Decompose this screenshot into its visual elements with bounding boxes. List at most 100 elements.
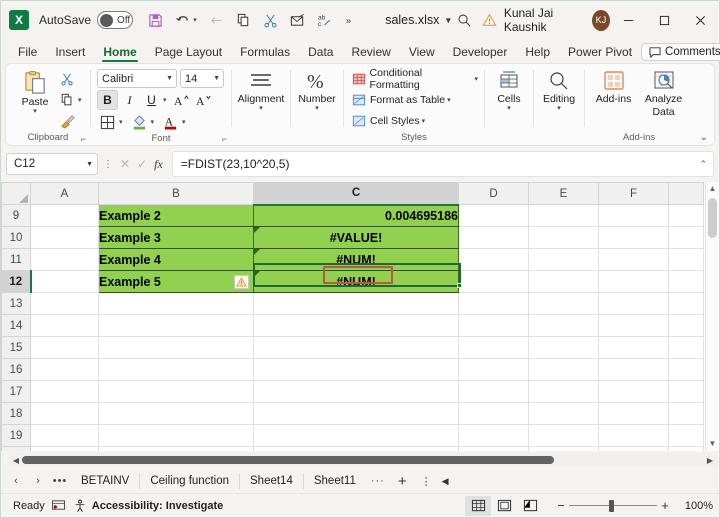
cell-a10[interactable]: [30, 226, 99, 249]
zoom-level-label[interactable]: 100%: [673, 500, 713, 512]
cell-c16[interactable]: [253, 358, 459, 381]
zoom-slider-knob[interactable]: [609, 499, 615, 512]
row-header-11[interactable]: 11: [1, 248, 31, 271]
cell-e17[interactable]: [528, 380, 599, 403]
borders-dropdown-icon[interactable]: ▾: [119, 118, 123, 126]
row-header-12[interactable]: 12: [1, 270, 32, 293]
editing-dropdown-icon[interactable]: ▾: [557, 105, 561, 112]
fill-color-button[interactable]: [129, 112, 150, 132]
decrease-font-size-button[interactable]: A: [194, 90, 215, 110]
normal-view-button[interactable]: [465, 495, 491, 516]
column-header-c[interactable]: C: [253, 182, 459, 206]
row-header-20[interactable]: 20: [1, 446, 31, 451]
row-header-13[interactable]: 13: [1, 292, 31, 315]
cell-g16[interactable]: [668, 358, 704, 381]
account-name-label[interactable]: Kunal Jai Kaushik: [504, 6, 584, 34]
zoom-in-button[interactable]: +: [657, 498, 673, 513]
next-sheet-icon[interactable]: ›: [27, 475, 49, 487]
row-header-14[interactable]: 14: [1, 314, 31, 337]
copy-dropdown-icon[interactable]: ▾: [78, 96, 82, 104]
column-header-a[interactable]: A: [30, 182, 99, 205]
cell-c13[interactable]: [253, 292, 459, 315]
cell-b14[interactable]: [98, 314, 254, 337]
cell-e15[interactable]: [528, 336, 599, 359]
cell-b18[interactable]: [98, 402, 254, 425]
increase-font-size-button[interactable]: A: [172, 90, 193, 110]
formula-bar-handle[interactable]: ⋮: [101, 159, 115, 170]
ribbon-collapse-icon[interactable]: ⌄: [700, 132, 708, 143]
cell-c12[interactable]: #NUM!: [253, 270, 459, 293]
cell-f18[interactable]: [598, 402, 669, 425]
vertical-scrollbar[interactable]: ▲ ▼: [705, 182, 719, 451]
spelling-icon[interactable]: ab c: [312, 8, 336, 32]
error-warning-icon[interactable]: [234, 274, 249, 289]
cancel-icon[interactable]: ✕: [120, 157, 130, 171]
cell-a19[interactable]: [30, 424, 99, 447]
maximize-button[interactable]: [648, 5, 682, 35]
cell-styles-dropdown-icon[interactable]: ▾: [422, 117, 426, 125]
cell-g11[interactable]: [668, 248, 704, 271]
undo-icon[interactable]: [170, 8, 194, 32]
cell-e19[interactable]: [528, 424, 599, 447]
row-header-15[interactable]: 15: [1, 336, 31, 359]
format-as-table-button[interactable]: Format as Table ▾: [350, 90, 451, 110]
cell-a16[interactable]: [30, 358, 99, 381]
cell-b10[interactable]: Example 3: [98, 226, 254, 249]
tab-scroll-left-icon[interactable]: ◀: [438, 476, 449, 487]
column-header-g-partial[interactable]: [668, 182, 704, 205]
cell-d10[interactable]: [458, 226, 529, 249]
alignment-button[interactable]: Alignment ▾: [238, 67, 284, 112]
row-header-18[interactable]: 18: [1, 402, 31, 425]
search-icon[interactable]: [452, 7, 477, 33]
email-icon[interactable]: [285, 8, 309, 32]
cell-f11[interactable]: [598, 248, 669, 271]
cell-d20[interactable]: [458, 446, 529, 451]
font-dialog-launcher[interactable]: ⌐: [222, 134, 227, 144]
cell-d18[interactable]: [458, 402, 529, 425]
document-title-chevron-icon[interactable]: ▼: [444, 16, 452, 25]
paste-button[interactable]: Paste ▾: [12, 67, 58, 115]
add-ins-button[interactable]: Add-ins: [591, 67, 636, 105]
tab-power-pivot[interactable]: Power Pivot: [559, 44, 641, 63]
new-sheet-button[interactable]: +: [390, 473, 415, 490]
horizontal-scrollbar[interactable]: ◀ ▶: [7, 453, 719, 467]
cell-g12[interactable]: [668, 270, 704, 293]
cell-g17[interactable]: [668, 380, 704, 403]
cell-g19[interactable]: [668, 424, 704, 447]
column-header-b[interactable]: B: [98, 182, 254, 205]
record-macro-icon[interactable]: [45, 499, 73, 512]
close-button[interactable]: [683, 5, 717, 35]
cell-d9[interactable]: [458, 204, 529, 227]
tab-developer[interactable]: Developer: [444, 44, 517, 63]
cell-d16[interactable]: [458, 358, 529, 381]
zoom-out-button[interactable]: −: [553, 498, 569, 513]
autosave-toggle[interactable]: Off: [97, 11, 134, 29]
row-header-10[interactable]: 10: [1, 226, 31, 249]
cell-f13[interactable]: [598, 292, 669, 315]
number-button[interactable]: % Number ▾: [297, 67, 337, 112]
formula-input[interactable]: =FDIST(23,10^20,5) ⌃: [171, 151, 714, 177]
tab-data[interactable]: Data: [299, 44, 342, 63]
cell-d15[interactable]: [458, 336, 529, 359]
row-header-17[interactable]: 17: [1, 380, 31, 403]
horizontal-scroll-thumb[interactable]: [22, 456, 554, 464]
cell-a18[interactable]: [30, 402, 99, 425]
cell-f19[interactable]: [598, 424, 669, 447]
cell-e10[interactable]: [528, 226, 599, 249]
column-header-f[interactable]: F: [598, 182, 669, 205]
document-title[interactable]: sales.xlsx ▼: [385, 13, 452, 27]
cell-a9[interactable]: [30, 204, 99, 227]
cell-g10[interactable]: [668, 226, 704, 249]
cell-a17[interactable]: [30, 380, 99, 403]
cell-d13[interactable]: [458, 292, 529, 315]
cell-g9[interactable]: [668, 204, 704, 227]
font-size-chevron-icon[interactable]: ▼: [210, 75, 220, 82]
cell-g14[interactable]: [668, 314, 704, 337]
vertical-scroll-thumb[interactable]: [708, 198, 717, 238]
copy-button[interactable]: ▾: [58, 90, 82, 110]
paste-dropdown-icon[interactable]: ▾: [33, 108, 37, 115]
page-break-preview-button[interactable]: [517, 496, 543, 516]
cell-b9[interactable]: Example 2: [98, 204, 254, 227]
cell-g13[interactable]: [668, 292, 704, 315]
cell-f15[interactable]: [598, 336, 669, 359]
